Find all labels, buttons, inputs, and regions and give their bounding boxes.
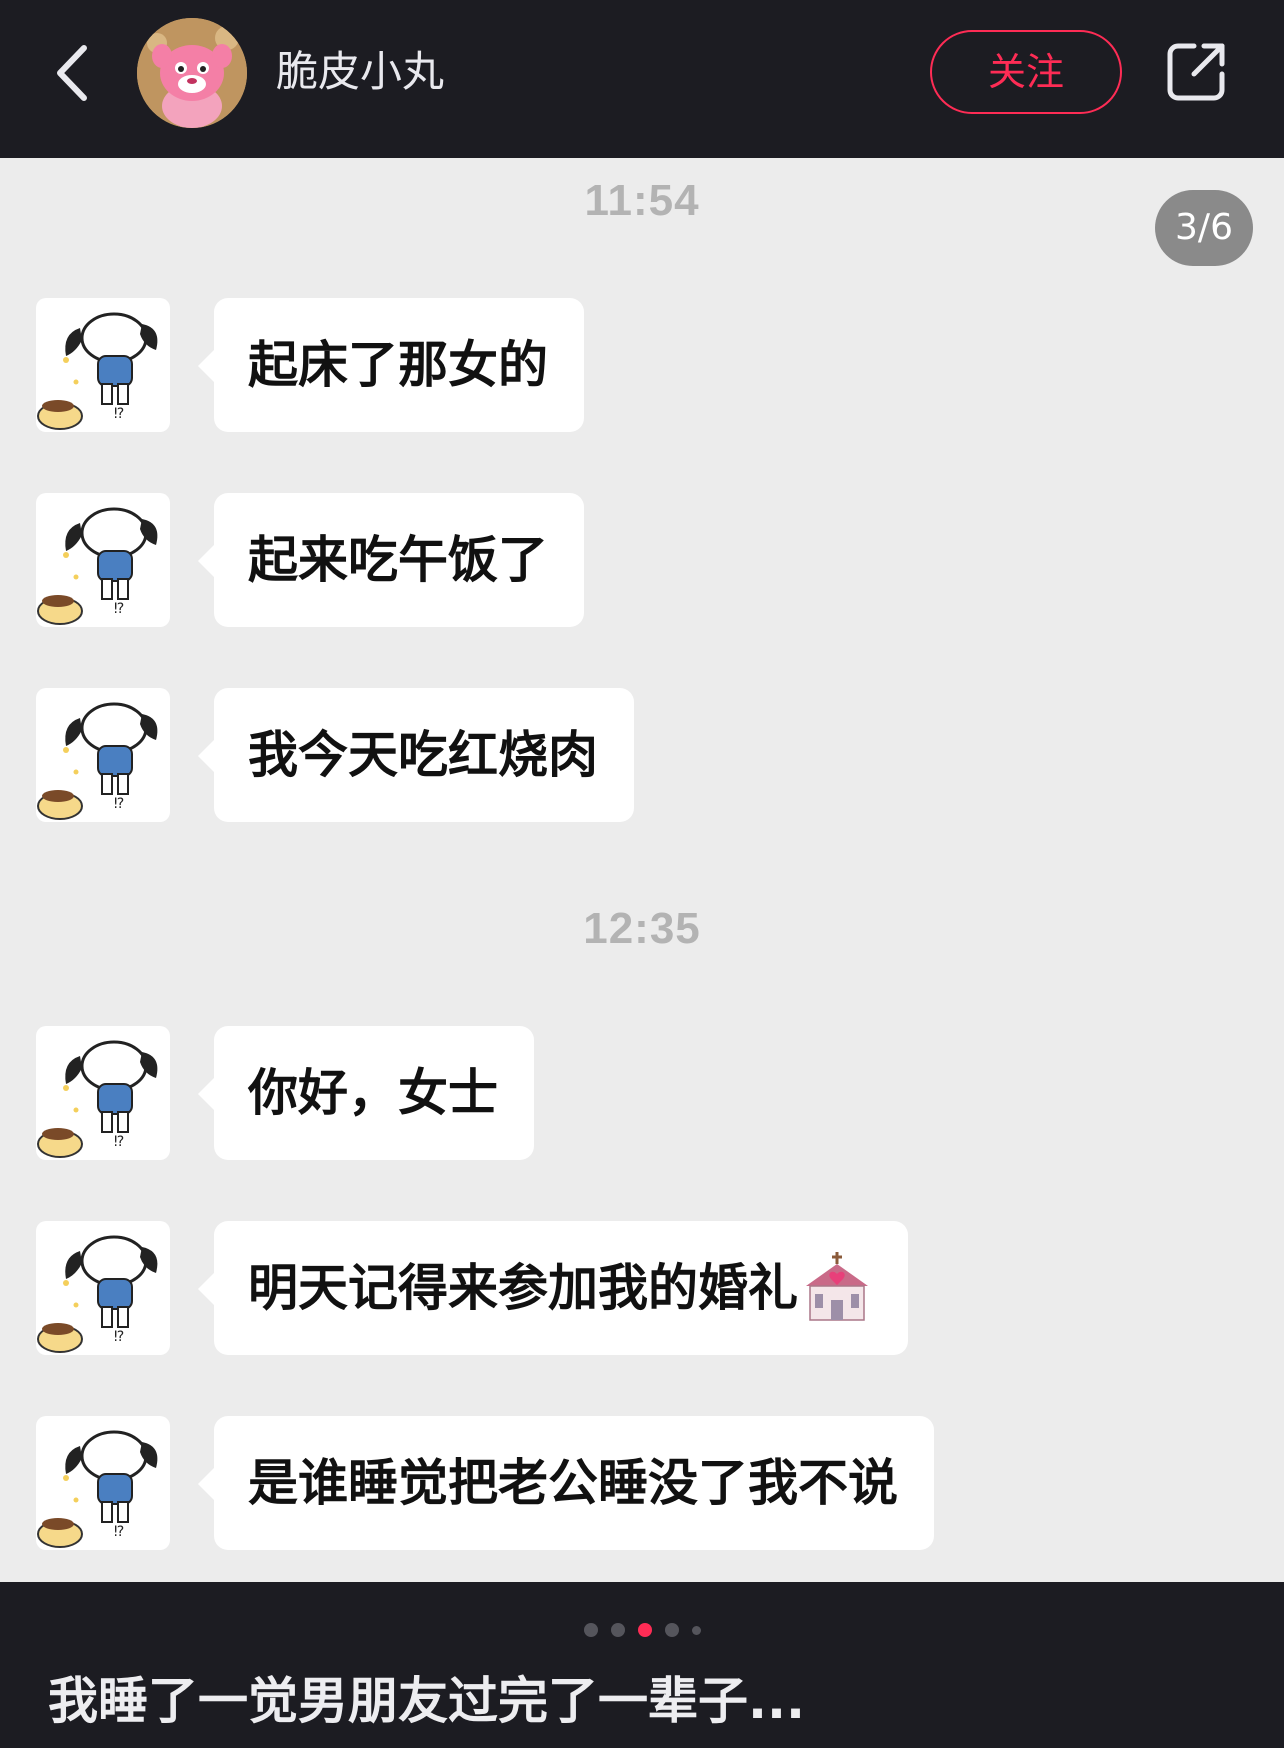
share-external-icon [1167,43,1225,101]
puppy-sticker-icon: ⁉ [37,507,158,625]
message-bubble: 我今天吃红烧肉 [198,688,634,822]
svg-text:⁉: ⁉ [114,796,124,812]
plush-avatar-image [137,18,247,128]
page-indicator-badge: 3/6 [1155,190,1253,266]
sender-avatar: ⁉ [36,493,170,627]
carousel-dot-active[interactable] [637,1623,652,1637]
sender-avatar: ⁉ [36,1221,170,1355]
carousel-dot[interactable] [664,1623,679,1637]
svg-text:⁉: ⁉ [114,1329,124,1345]
timestamp: 11:54 [584,176,700,225]
sender-avatar: ⁉ [36,298,170,432]
follow-button[interactable]: 关注 [930,30,1122,114]
timestamp: 12:35 [583,904,701,953]
share-button[interactable] [1164,40,1228,104]
top-bar: 脆皮小丸 关注 [0,0,1284,158]
message-bubble: 你好，女士 [198,1026,534,1160]
message-bubble: 起来吃午饭了 [198,493,584,627]
sender-avatar: ⁉ [36,1416,170,1550]
message-bubble: 起床了那女的 [198,298,584,432]
sender-avatar: ⁉ [36,1026,170,1160]
puppy-sticker-icon: ⁉ [37,1235,158,1353]
post-caption[interactable]: 我睡了一觉男朋友过完了一辈子... [48,1668,1248,1734]
message-bubble: 明天记得来参加我的婚礼 [198,1221,908,1355]
back-button[interactable] [50,38,100,108]
chevron-left-icon [57,45,87,101]
message-bubble: 是谁睡觉把老公睡没了我不说 [198,1416,934,1550]
carousel-dot[interactable] [610,1623,625,1637]
svg-text:⁉: ⁉ [114,406,124,422]
carousel-dot[interactable] [583,1623,598,1637]
carousel-dots[interactable] [0,1620,1284,1640]
puppy-sticker-icon: ⁉ [37,702,158,820]
chat-screenshot: 11:54 3/6 ⁉ 起床了那女的 ⁉ 起来吃午饭了 ⁉ 我今天吃红烧肉 12… [0,158,1284,1582]
message-text: 明天记得来参加我的婚礼 [248,1259,798,1317]
profile-avatar[interactable] [137,18,247,128]
wedding-chapel-emoji [806,1251,868,1321]
carousel-dot[interactable] [691,1625,701,1635]
puppy-sticker-icon: ⁉ [37,312,158,430]
sender-avatar: ⁉ [36,688,170,822]
puppy-sticker-icon: ⁉ [37,1430,158,1548]
svg-text:⁉: ⁉ [114,1524,124,1540]
puppy-sticker-icon: ⁉ [37,1040,158,1158]
post-footer: 我睡了一觉男朋友过完了一辈子... [0,1582,1284,1748]
svg-text:⁉: ⁉ [114,1134,124,1150]
svg-text:⁉: ⁉ [114,601,124,617]
username[interactable]: 脆皮小丸 [276,44,444,100]
